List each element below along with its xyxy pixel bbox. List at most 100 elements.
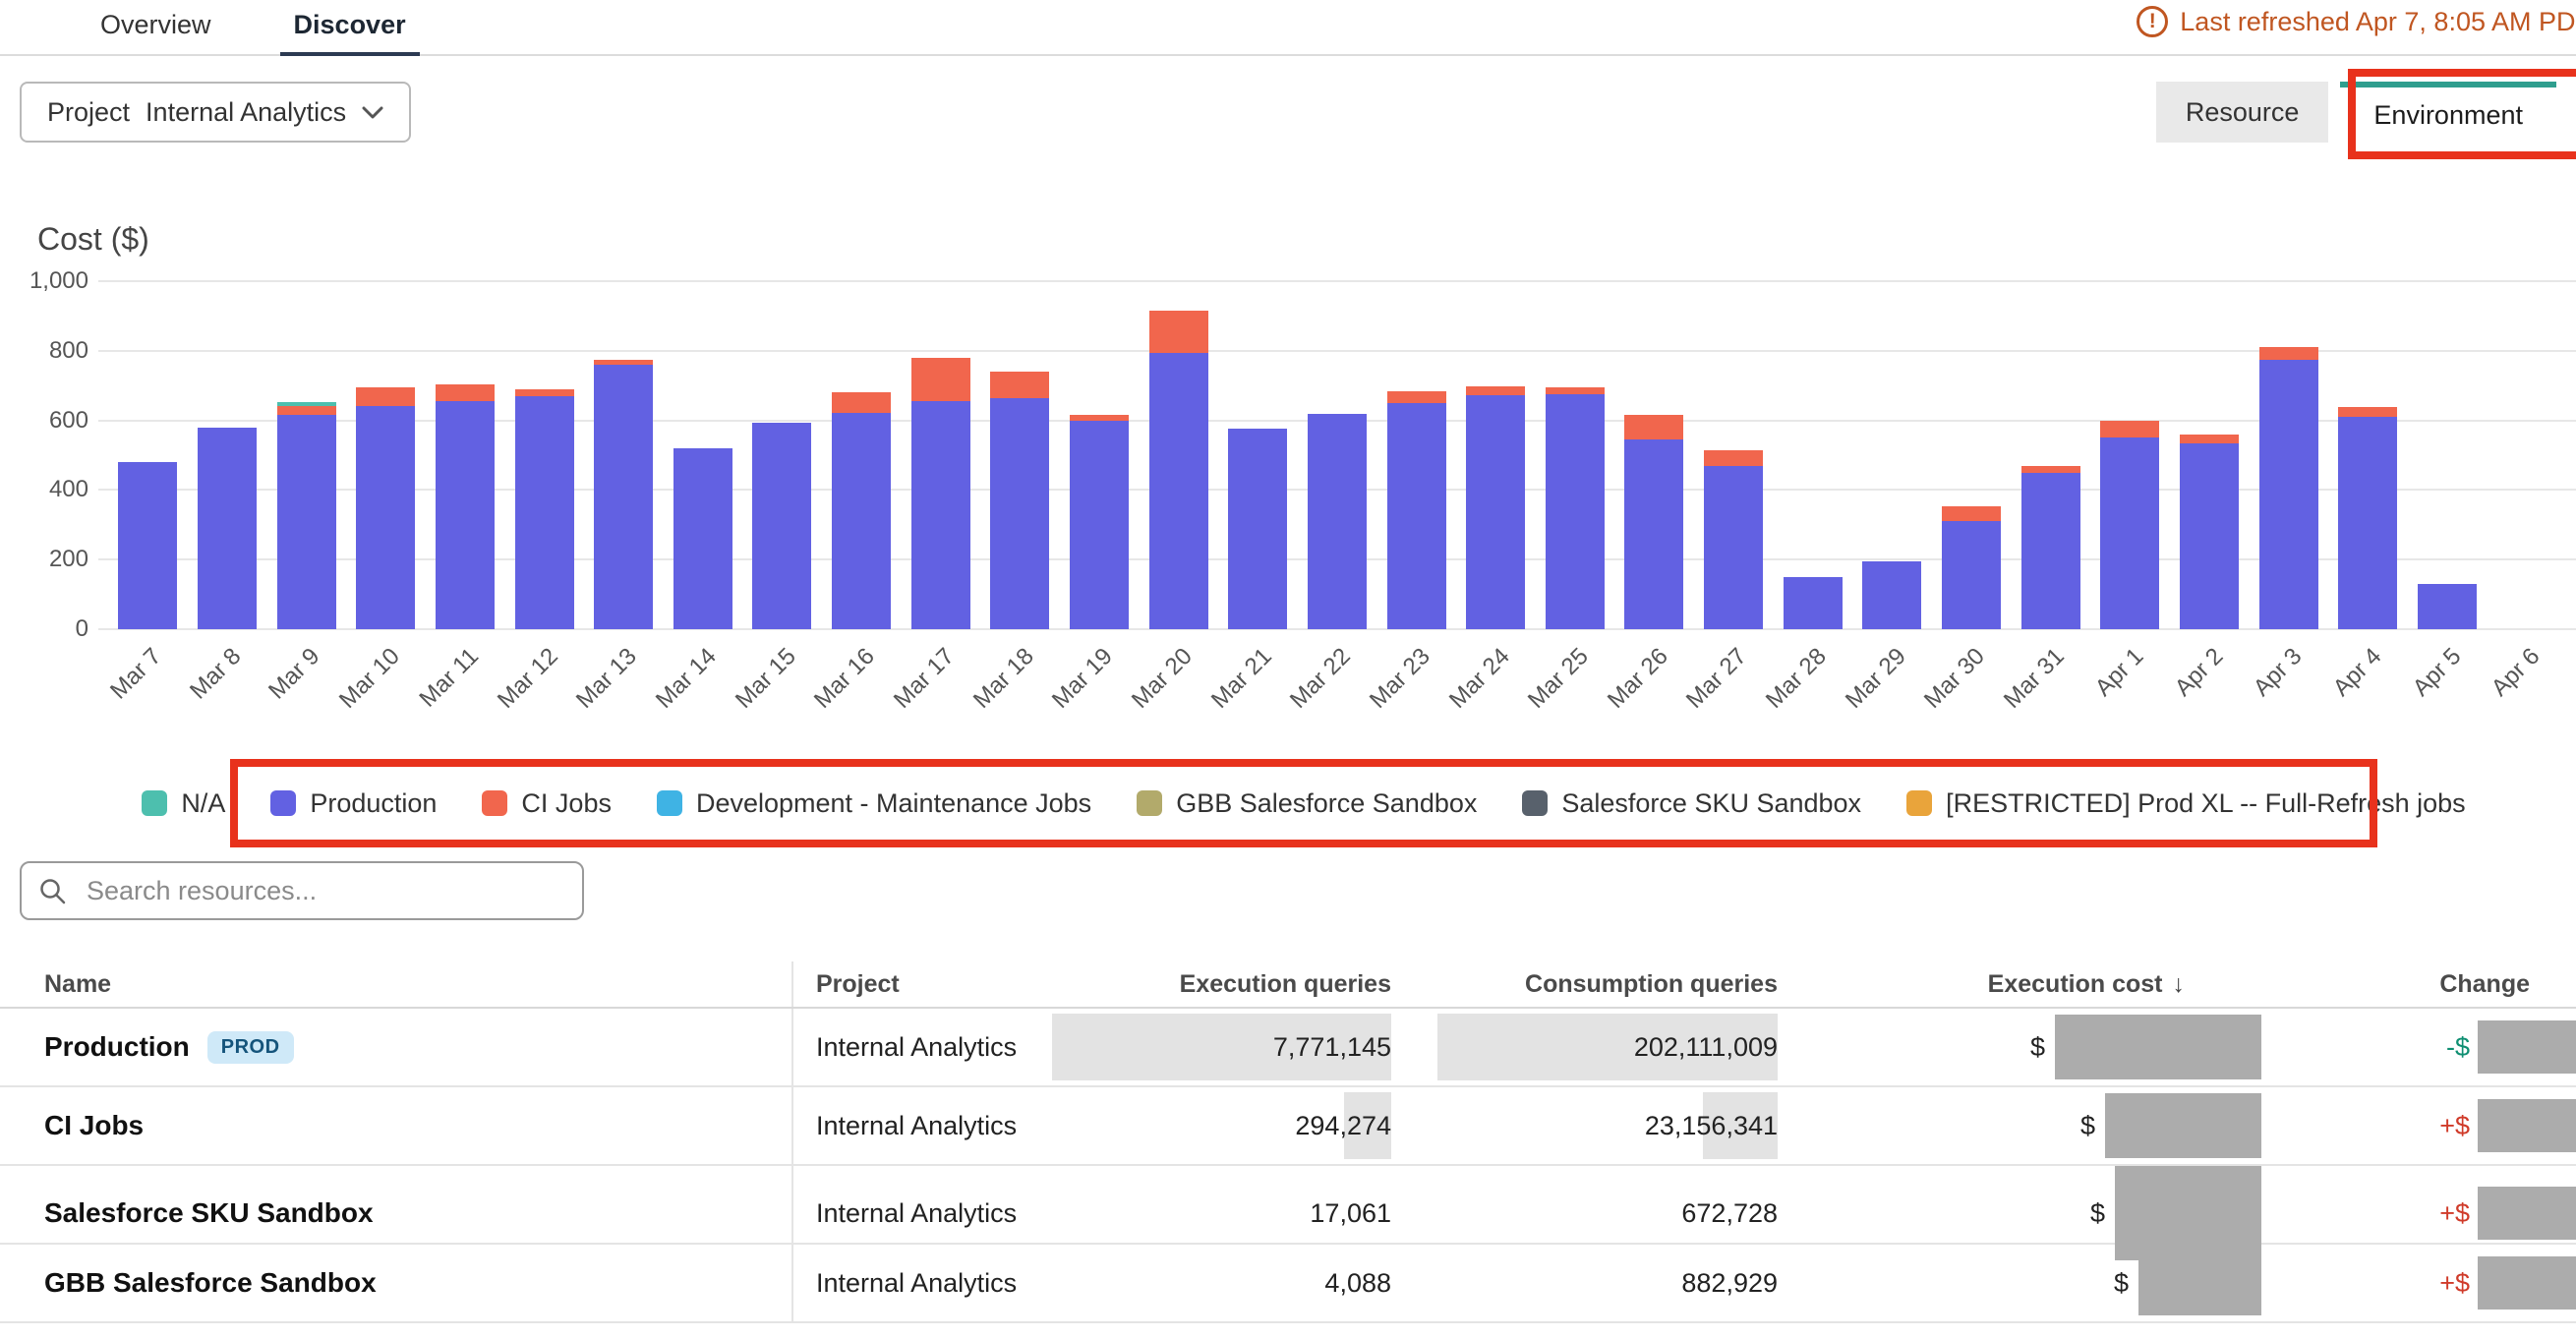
bar-mar-12[interactable] (504, 281, 584, 629)
bar-segment-production[interactable] (673, 448, 732, 629)
bar-mar-14[interactable] (663, 281, 742, 629)
bar-segment-production[interactable] (1387, 403, 1446, 629)
bar-segment-ci-jobs[interactable] (1704, 450, 1763, 466)
bar-segment-production[interactable] (118, 462, 177, 629)
bar-mar-23[interactable] (1376, 281, 1456, 629)
bar-mar-25[interactable] (1536, 281, 1615, 629)
project-selector[interactable]: Project Internal Analytics (20, 82, 411, 143)
bar-segment-ci-jobs[interactable] (277, 406, 336, 415)
legend-item-n-a[interactable]: N/A (142, 788, 225, 819)
bar-segment-ci-jobs[interactable] (2338, 407, 2397, 417)
bar-mar-29[interactable] (1852, 281, 1932, 629)
bar-segment-ci-jobs[interactable] (356, 387, 415, 406)
bar-apr-1[interactable] (2090, 281, 2170, 629)
bar-segment-production[interactable] (990, 398, 1049, 629)
bar-segment-production[interactable] (1466, 395, 1525, 629)
bar-segment-production[interactable] (1070, 421, 1129, 629)
bar-mar-10[interactable] (346, 281, 426, 629)
bar-segment-production[interactable] (1784, 577, 1843, 629)
column-header-name[interactable]: Name (0, 961, 793, 1007)
environment-toggle-button[interactable]: Environment (2340, 82, 2556, 143)
bar-mar-24[interactable] (1456, 281, 1536, 629)
column-header-execution-cost[interactable]: Execution cost ↓ (1778, 970, 2261, 999)
bar-segment-ci-jobs[interactable] (1624, 415, 1683, 439)
bar-mar-15[interactable] (742, 281, 822, 629)
bar-mar-20[interactable] (1139, 281, 1218, 629)
bar-apr-6[interactable] (2487, 281, 2566, 629)
bar-segment-production[interactable] (752, 423, 811, 629)
bar-mar-19[interactable] (1060, 281, 1140, 629)
legend-item-restricted-prod-xl-full-refresh-jobs[interactable]: [RESTRICTED] Prod XL -- Full-Refresh job… (1906, 788, 2466, 819)
bar-segment-production[interactable] (356, 406, 415, 629)
bar-segment-ci-jobs[interactable] (911, 358, 970, 401)
bar-segment-production[interactable] (1624, 439, 1683, 629)
bar-segment-production[interactable] (1308, 414, 1367, 629)
legend-item-production[interactable]: Production (270, 788, 437, 819)
bar-apr-2[interactable] (2170, 281, 2250, 629)
resource-toggle-button[interactable]: Resource (2156, 82, 2329, 143)
table-row-salesforce-sku-sandbox[interactable]: Salesforce SKU SandboxInternal Analytics… (0, 1166, 2576, 1245)
bar-mar-30[interactable] (1932, 281, 2012, 629)
tab-overview[interactable]: Overview (87, 10, 225, 56)
bar-segment-production[interactable] (1704, 466, 1763, 629)
bar-mar-7[interactable] (108, 281, 188, 629)
bar-segment-production[interactable] (2259, 360, 2318, 629)
table-row-production[interactable]: ProductionPRODInternal Analytics7,771,14… (0, 1009, 2576, 1087)
bar-segment-ci-jobs[interactable] (1466, 386, 1525, 395)
bar-mar-18[interactable] (980, 281, 1060, 629)
bar-segment-production[interactable] (1546, 394, 1605, 629)
bar-mar-11[interactable] (426, 281, 505, 629)
table-row-ci-jobs[interactable]: CI JobsInternal Analytics294,27423,156,3… (0, 1087, 2576, 1166)
bar-segment-ci-jobs[interactable] (1942, 506, 2001, 521)
bar-apr-5[interactable] (2408, 281, 2488, 629)
bar-segment-production[interactable] (1149, 353, 1208, 629)
legend-item-development-maintenance-jobs[interactable]: Development - Maintenance Jobs (657, 788, 1091, 819)
bar-mar-22[interactable] (1298, 281, 1377, 629)
bar-mar-31[interactable] (2011, 281, 2090, 629)
legend-item-salesforce-sku-sandbox[interactable]: Salesforce SKU Sandbox (1522, 788, 1861, 819)
legend-item-ci-jobs[interactable]: CI Jobs (482, 788, 612, 819)
bar-mar-9[interactable] (266, 281, 346, 629)
legend-item-gbb-salesforce-sandbox[interactable]: GBB Salesforce Sandbox (1137, 788, 1477, 819)
bar-segment-production[interactable] (2338, 417, 2397, 629)
bar-segment-ci-jobs[interactable] (832, 392, 891, 413)
bar-apr-3[interactable] (2249, 281, 2328, 629)
bar-segment-ci-jobs[interactable] (2021, 466, 2080, 473)
column-header-project[interactable]: Project (793, 970, 1093, 999)
bar-segment-production[interactable] (911, 401, 970, 629)
bar-mar-26[interactable] (1614, 281, 1694, 629)
bar-segment-production[interactable] (2021, 473, 2080, 629)
bar-segment-production[interactable] (2418, 584, 2477, 629)
bar-segment-production[interactable] (277, 415, 336, 629)
bar-mar-8[interactable] (188, 281, 267, 629)
bar-mar-27[interactable] (1694, 281, 1774, 629)
bar-segment-production[interactable] (436, 401, 495, 629)
bar-segment-production[interactable] (2180, 443, 2239, 629)
bar-segment-ci-jobs[interactable] (2100, 421, 2159, 437)
table-row-gbb-salesforce-sandbox[interactable]: GBB Salesforce SandboxInternal Analytics… (0, 1245, 2576, 1323)
bar-mar-28[interactable] (1773, 281, 1852, 629)
bar-mar-16[interactable] (822, 281, 902, 629)
bar-segment-production[interactable] (1862, 561, 1921, 629)
bar-segment-ci-jobs[interactable] (1149, 311, 1208, 352)
bar-segment-production[interactable] (515, 396, 574, 629)
column-header-consumption-queries[interactable]: Consumption queries (1391, 970, 1778, 999)
bar-apr-4[interactable] (2328, 281, 2408, 629)
column-header-execution-queries[interactable]: Execution queries (1093, 970, 1391, 999)
column-header-change[interactable]: Change (2261, 970, 2576, 999)
bar-segment-ci-jobs[interactable] (2180, 435, 2239, 443)
bar-segment-ci-jobs[interactable] (990, 372, 1049, 398)
bar-segment-production[interactable] (1228, 429, 1287, 629)
bar-mar-17[interactable] (901, 281, 980, 629)
bar-segment-production[interactable] (2100, 437, 2159, 629)
bar-segment-ci-jobs[interactable] (2259, 347, 2318, 359)
bar-mar-13[interactable] (584, 281, 664, 629)
tab-discover[interactable]: Discover (280, 10, 420, 56)
bar-segment-production[interactable] (594, 365, 653, 629)
bar-segment-ci-jobs[interactable] (436, 384, 495, 401)
bar-mar-21[interactable] (1218, 281, 1298, 629)
bar-segment-production[interactable] (1942, 521, 2001, 629)
bar-segment-ci-jobs[interactable] (1546, 387, 1605, 394)
bar-segment-production[interactable] (198, 428, 257, 629)
bar-segment-ci-jobs[interactable] (1387, 391, 1446, 403)
